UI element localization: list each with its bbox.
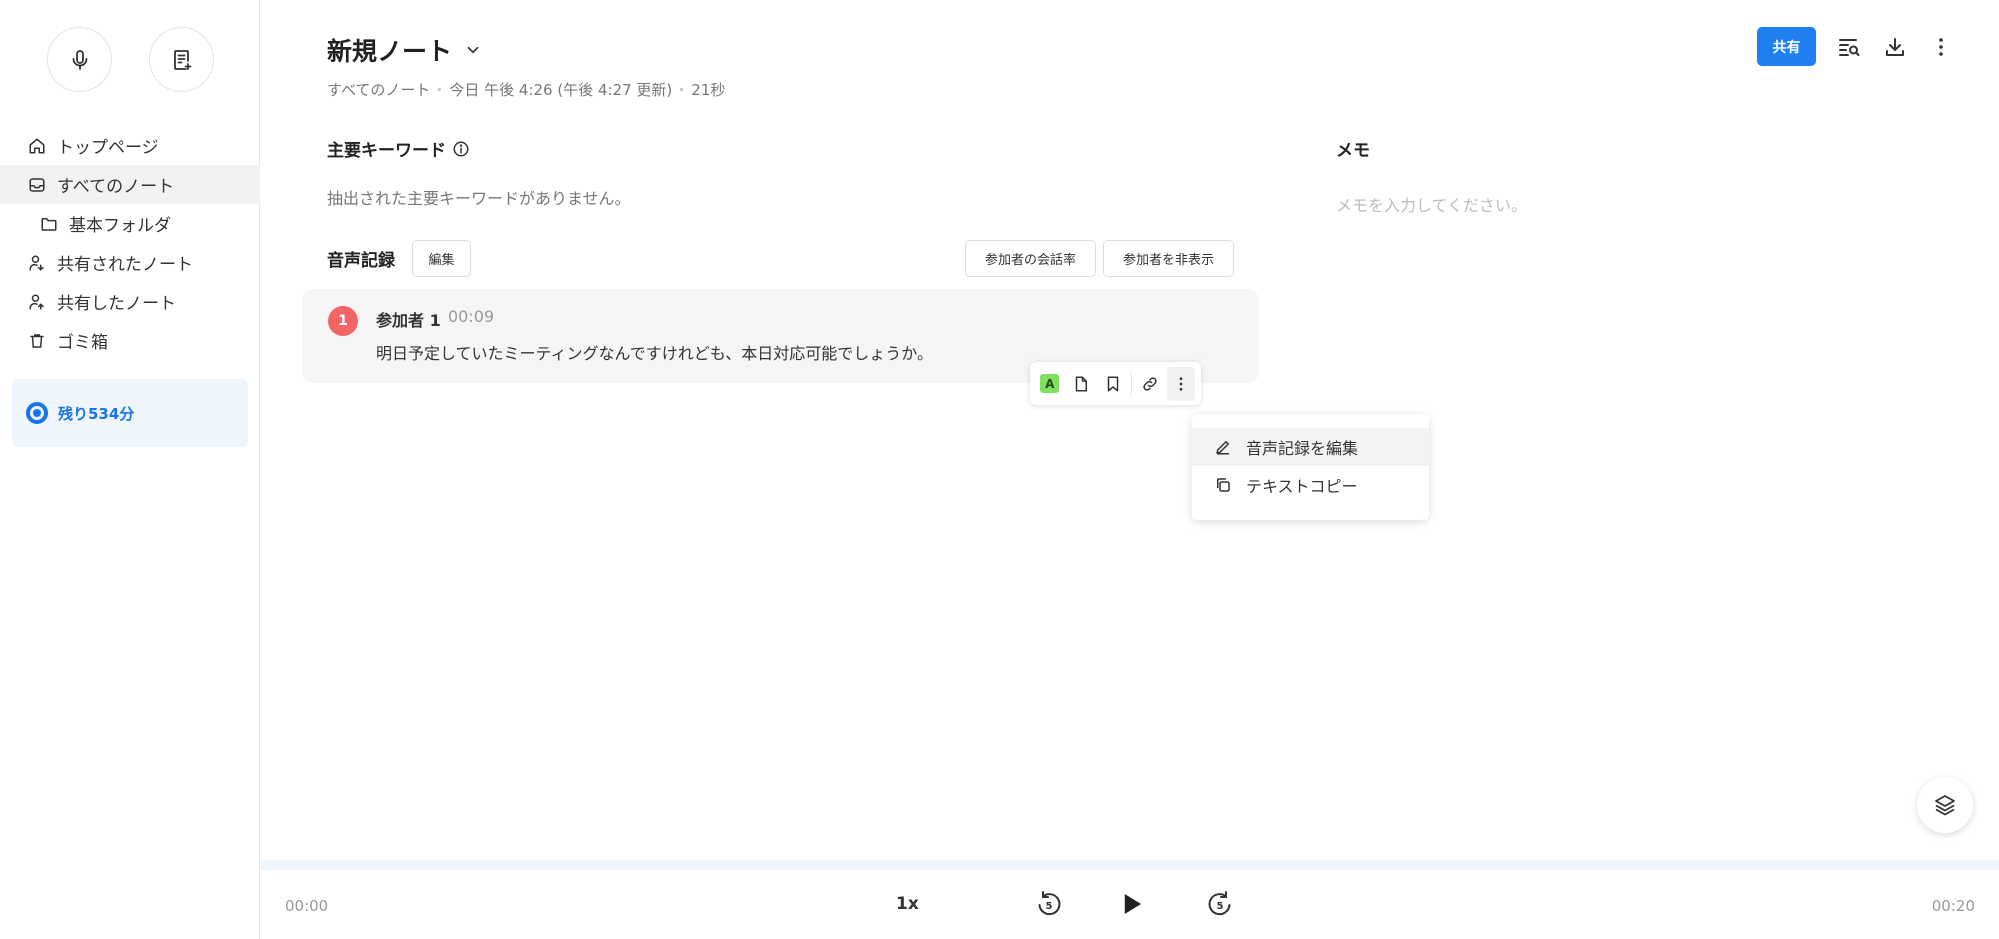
note-title-text: 新規ノート <box>327 37 453 66</box>
more-vertical-icon <box>1939 37 1943 56</box>
skip-back-button[interactable]: 5 <box>1031 886 1067 922</box>
more-vertical-icon <box>1179 376 1183 391</box>
rewind-5-icon: 5 <box>1038 891 1061 916</box>
play-icon <box>1124 894 1141 914</box>
trash-icon <box>30 333 44 348</box>
audio-player: 00:00 1x 5 5 00:20 <box>261 860 1999 939</box>
list-search-icon <box>1839 38 1860 56</box>
svg-text:5: 5 <box>1217 901 1224 912</box>
sidebar-item-trash[interactable]: ゴミ箱 <box>0 321 260 360</box>
document-icon <box>1076 376 1088 391</box>
playback-progress-bar[interactable] <box>261 860 1999 870</box>
home-icon <box>29 138 45 153</box>
menu-item-label: 音声記録を編集 <box>1246 439 1359 458</box>
sidebar-nav: トップページ すべてのノート 基本フォルダ 共有されたノート 共有したノート ゴ… <box>0 126 260 360</box>
svg-text:5: 5 <box>1046 901 1053 912</box>
sidebar-item-label: 基本フォルダ <box>69 216 171 236</box>
new-note-button[interactable] <box>149 27 214 92</box>
sidebar: トップページ すべてのノート 基本フォルダ 共有されたノート 共有したノート ゴ… <box>0 0 260 939</box>
meta-date: 今日 午後 4:26 (午後 4:27 更新) <box>449 81 673 99</box>
sidebar-item-label: ゴミ箱 <box>57 333 108 353</box>
menu-item-label: テキストコピー <box>1246 477 1358 496</box>
total-time: 00:20 <box>1931 897 1975 915</box>
highlight-button[interactable]: A <box>1036 367 1064 401</box>
sidebar-item-basic-folder[interactable]: 基本フォルダ <box>0 204 260 243</box>
usage-ring-icon <box>26 402 48 424</box>
folder-icon <box>41 217 57 231</box>
user-shared-icon <box>29 255 44 271</box>
edit-transcript-button[interactable]: 編集 <box>412 240 471 277</box>
more-menu-button[interactable] <box>1928 34 1954 60</box>
note-meta: すべてのノート 今日 午後 4:26 (午後 4:27 更新) 21秒 <box>327 79 725 100</box>
playback-speed-button[interactable]: 1x <box>896 894 919 914</box>
sidebar-item-label: 共有されたノート <box>57 255 193 275</box>
keywords-empty-message: 抽出された主要キーワードがありません。 <box>327 189 631 208</box>
menu-item-copy-text[interactable]: テキストコピー <box>1192 466 1429 504</box>
main-content: 新規ノート すべてのノート 今日 午後 4:26 (午後 4:27 更新) 21… <box>261 0 1999 939</box>
separator-dot <box>680 88 684 91</box>
microphone-icon <box>72 49 87 70</box>
layers-button[interactable] <box>1917 777 1973 833</box>
separator-dot <box>438 88 442 91</box>
toolbar-divider <box>1130 372 1132 395</box>
user-share-icon <box>29 294 44 309</box>
menu-item-edit-transcript[interactable]: 音声記録を編集 <box>1192 428 1429 466</box>
memo-input[interactable]: メモを入力してください。 <box>1336 192 1527 216</box>
sidebar-item-all-notes[interactable]: すべてのノート <box>0 165 260 204</box>
sidebar-item-home[interactable]: トップページ <box>0 126 260 165</box>
bookmark-button[interactable] <box>1099 367 1127 401</box>
copy-icon <box>1217 478 1230 492</box>
keywords-section-title: 主要キーワード <box>327 136 470 161</box>
meta-duration: 21秒 <box>691 81 726 99</box>
segment-text[interactable]: 明日予定していたミーティングなんですけれども、本日対応可能でしょうか。 <box>376 340 933 364</box>
copy-link-button[interactable] <box>1136 367 1164 401</box>
sidebar-item-shared-with-me[interactable]: 共有されたノート <box>0 243 260 282</box>
current-time: 00:00 <box>285 897 329 915</box>
sidebar-item-label: 共有したノート <box>57 294 176 314</box>
quick-actions <box>47 27 214 92</box>
meta-folder[interactable]: すべてのノート <box>327 79 430 100</box>
download-icon <box>1886 37 1904 56</box>
share-button[interactable]: 共有 <box>1757 27 1816 66</box>
keywords-title-text: 主要キーワード <box>327 141 446 161</box>
note-add-icon <box>173 49 191 70</box>
memo-section-title: メモ <box>1336 141 1370 161</box>
sidebar-item-label: すべてのノート <box>57 177 175 197</box>
remaining-time-card[interactable]: 残り534分 <box>12 379 248 447</box>
header-actions: 共有 <box>1757 27 1954 66</box>
add-memo-button[interactable] <box>1068 367 1096 401</box>
sidebar-item-label: トップページ <box>57 138 159 158</box>
segment-context-menu: 音声記録を編集 テキストコピー <box>1192 414 1429 520</box>
pencil-icon <box>1216 441 1229 455</box>
download-button[interactable] <box>1882 34 1908 60</box>
play-button[interactable] <box>1113 886 1149 922</box>
remaining-time-label: 残り534分 <box>58 404 135 423</box>
segment-toolbar: A <box>1030 362 1201 405</box>
layers-icon <box>1935 795 1955 816</box>
app: トップページ すべてのノート 基本フォルダ 共有されたノート 共有したノート ゴ… <box>0 0 1999 939</box>
forward-5-icon: 5 <box>1208 891 1231 916</box>
segment-more-button[interactable] <box>1167 366 1196 401</box>
speaker-name[interactable]: 参加者 1 <box>376 307 441 331</box>
skip-forward-button[interactable]: 5 <box>1202 886 1238 922</box>
note-title[interactable]: 新規ノート <box>327 32 482 68</box>
speaker-ratio-button[interactable]: 参加者の会話率 <box>965 240 1096 277</box>
chevron-down-icon <box>467 46 479 54</box>
sidebar-item-shared-by-me[interactable]: 共有したノート <box>0 282 260 321</box>
segment-timestamp[interactable]: 00:09 <box>448 307 494 326</box>
search-transcript-button[interactable] <box>1836 34 1862 60</box>
recording-section-title: 音声記録 <box>327 251 395 271</box>
highlight-icon: A <box>1040 374 1060 393</box>
speaker-badge: 1 <box>328 306 358 336</box>
link-icon <box>1142 376 1157 391</box>
bookmark-icon <box>1107 376 1119 391</box>
info-icon[interactable] <box>452 140 470 158</box>
inbox-icon <box>29 177 45 192</box>
hide-speakers-button[interactable]: 参加者を非表示 <box>1103 240 1234 277</box>
record-button[interactable] <box>47 27 112 92</box>
